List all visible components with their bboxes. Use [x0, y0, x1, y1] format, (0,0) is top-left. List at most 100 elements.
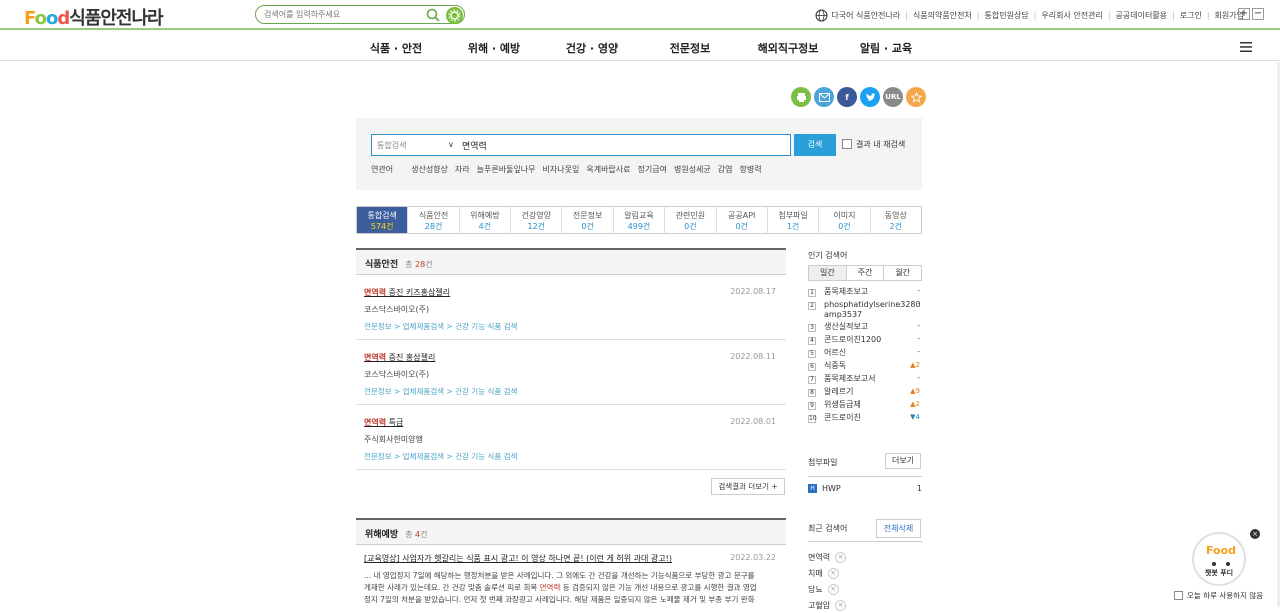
- list-item[interactable]: 당뇨 ×: [808, 581, 846, 597]
- tab-api[interactable]: 공공API 0건: [715, 207, 767, 233]
- result-title[interactable]: [교육영상] 사업자가 헷갈리는 식품 표시 광고! 이 영상 하나면 끝! (…: [364, 554, 672, 563]
- related-keyword[interactable]: 병원성세균: [674, 164, 711, 175]
- facebook-icon[interactable]: f: [837, 87, 857, 107]
- nav-health[interactable]: 건강 · 영양: [543, 40, 641, 56]
- list-item[interactable]: 9 위생등급제 ▲2: [808, 399, 922, 412]
- tab-civil[interactable]: 관련민원 0건: [664, 207, 715, 233]
- close-icon[interactable]: ×: [827, 567, 839, 579]
- tab-expert[interactable]: 전문정보 0건: [561, 207, 612, 233]
- tab-monthly[interactable]: 월간: [883, 266, 921, 280]
- list-item[interactable]: 치매 ×: [808, 565, 846, 581]
- tab-hazard[interactable]: 위해예방 4건: [458, 207, 510, 233]
- related-keyword[interactable]: 항병력: [740, 164, 762, 175]
- nav-notice[interactable]: 알림 · 교육: [837, 40, 935, 56]
- link-mfds[interactable]: 식품의약품안전처: [913, 10, 972, 21]
- list-item[interactable]: 6 식중독 ▲2: [808, 360, 922, 373]
- top-search-input[interactable]: [264, 8, 424, 21]
- list-item[interactable]: 4 콘드로이친1200-: [808, 334, 922, 347]
- link-civil[interactable]: 통합민원상담: [985, 10, 1029, 21]
- list-item[interactable]: 5 어르신 -: [808, 347, 922, 360]
- link-open-data[interactable]: 공공데이터활용: [1116, 10, 1168, 21]
- star-icon[interactable]: [906, 87, 926, 107]
- hamburger-menu-icon[interactable]: [1240, 42, 1252, 52]
- tab-video[interactable]: 동영상 2건: [869, 207, 921, 233]
- result-path[interactable]: 전문정보 > 업체제품검색 > 건강 기능 식품 검색: [364, 321, 778, 332]
- link-login[interactable]: 로그인: [1180, 10, 1202, 21]
- search-within-checkbox[interactable]: [842, 139, 852, 149]
- dont-show-checkbox[interactable]: [1174, 591, 1183, 600]
- related-keyword[interactable]: 감염: [718, 164, 733, 175]
- list-item[interactable]: 10 콘드로이친 ▼4: [808, 412, 922, 425]
- dont-show-today[interactable]: 오늘 하루 사용하지 않음: [1174, 590, 1263, 601]
- globe-icon: [815, 9, 828, 22]
- result-item: 면역력 증진 키즈홍삼젤리 2022.08.17 코스닥스바이오(주) 전문정보…: [356, 275, 786, 340]
- more-results-button[interactable]: 검색결과 더보기 +: [711, 478, 785, 495]
- recent-list: 면역력 × 치매 × 당뇨 × 고혈압 ×: [808, 549, 847, 613]
- list-item[interactable]: 면역력 ×: [808, 549, 847, 565]
- related-keyword[interactable]: 비자나못잎: [543, 164, 580, 175]
- result-path[interactable]: 전문정보 > 업체제품검색 > 건강 기능 식품 검색: [364, 451, 778, 462]
- close-icon[interactable]: ×: [835, 599, 847, 611]
- chevron-down-icon[interactable]: ∨: [448, 140, 454, 149]
- list-item[interactable]: 2 phosphatidylserine3280amp3537-: [808, 299, 922, 321]
- utility-links: 다국어 식품안전나라 | 식품의약품안전처 | 통합민원상담 | 우리회사 안전관리 |…: [815, 9, 1244, 22]
- search-input[interactable]: 면역력: [462, 139, 487, 152]
- url-copy-button[interactable]: URL: [883, 87, 903, 107]
- list-item[interactable]: 7 품목제조보고서 -: [808, 373, 922, 386]
- site-logo[interactable]: Food식품안전나라: [24, 4, 164, 30]
- tab-daily[interactable]: 일간: [809, 266, 846, 280]
- mail-icon[interactable]: [814, 87, 834, 107]
- list-item[interactable]: 1 품목제조보고 -: [808, 286, 922, 299]
- related-keyword[interactable]: 생산성향상: [411, 164, 448, 175]
- main-search-field[interactable]: 통합검색 ∨ 면역력: [371, 134, 791, 156]
- result-title[interactable]: 면역력 특급: [364, 418, 403, 427]
- tab-image[interactable]: 이미지 0건: [818, 207, 869, 233]
- search-within-label[interactable]: 결과 내 재검색: [856, 139, 905, 150]
- close-icon[interactable]: ×: [1250, 529, 1260, 539]
- nav-expert[interactable]: 전문정보: [641, 40, 739, 56]
- popular-list: 1 품목제조보고 - 2 phosphatidylserine3280amp3537-…: [808, 286, 922, 425]
- chatbot-button[interactable]: Food 챗봇 푸디: [1192, 532, 1246, 586]
- result-title[interactable]: 면역력 증진 홍삼젤리: [364, 353, 435, 362]
- tab-health[interactable]: 건강영양 12건: [510, 207, 561, 233]
- gear-icon[interactable]: [446, 7, 463, 24]
- twitter-icon[interactable]: [860, 87, 880, 107]
- zoom-out-button[interactable]: −: [1252, 8, 1264, 20]
- related-keyword[interactable]: 늘푸른바둘잎나무: [477, 164, 536, 175]
- print-icon[interactable]: [791, 87, 811, 107]
- tab-weekly[interactable]: 주간: [845, 266, 884, 280]
- link-multilang[interactable]: 다국어 식품안전나라: [831, 10, 900, 21]
- logo-letter-o2: o: [45, 8, 58, 29]
- attach-title: 첨부파일: [808, 458, 838, 467]
- tab-all[interactable]: 통합검색 574건: [357, 207, 408, 233]
- share-buttons: f URL: [791, 87, 926, 107]
- close-icon[interactable]: ×: [835, 551, 847, 563]
- tab-food-safety[interactable]: 식품안전 28건: [407, 207, 458, 233]
- nav-overseas[interactable]: 해외직구정보: [739, 40, 837, 56]
- search-icon[interactable]: [426, 8, 440, 22]
- close-icon[interactable]: ×: [827, 583, 839, 595]
- result-date: 2022.08.01: [730, 417, 776, 426]
- result-path[interactable]: 전문정보 > 업체제품검색 > 건강 기능 식품 검색: [364, 386, 778, 397]
- list-item[interactable]: 3 생산실적보고 -: [808, 321, 922, 334]
- related-keyword[interactable]: 정기급여: [638, 164, 667, 175]
- attach-more-button[interactable]: 더보기: [885, 453, 921, 469]
- list-item[interactable]: 8 알레르기 ▲9: [808, 386, 922, 399]
- result-date: 2022.08.11: [730, 352, 776, 361]
- logo-letter-d: d: [57, 8, 70, 29]
- result-title[interactable]: 면역력 증진 키즈홍삼젤리: [364, 288, 450, 297]
- related-label: 연관어: [371, 165, 394, 174]
- nav-hazard[interactable]: 위해 · 예방: [445, 40, 543, 56]
- related-keyword[interactable]: 옥계바랍사료: [586, 164, 630, 175]
- nav-food-safety[interactable]: 식품 · 안전: [347, 40, 445, 56]
- related-keyword[interactable]: 자라: [455, 164, 470, 175]
- zoom-in-button[interactable]: +: [1238, 8, 1250, 20]
- tab-attach[interactable]: 첨부파일 1건: [766, 207, 818, 233]
- clear-all-button[interactable]: 전체삭제: [876, 519, 921, 538]
- search-button[interactable]: 검색: [794, 134, 836, 156]
- link-company-safety[interactable]: 우리회사 안전관리: [1041, 10, 1102, 21]
- search-category-select[interactable]: 통합검색: [377, 140, 406, 151]
- attach-hwp-row[interactable]: H HWP 1: [808, 484, 922, 493]
- list-item[interactable]: 고혈압 ×: [808, 597, 847, 613]
- tab-notice[interactable]: 알림교육 499건: [612, 207, 664, 233]
